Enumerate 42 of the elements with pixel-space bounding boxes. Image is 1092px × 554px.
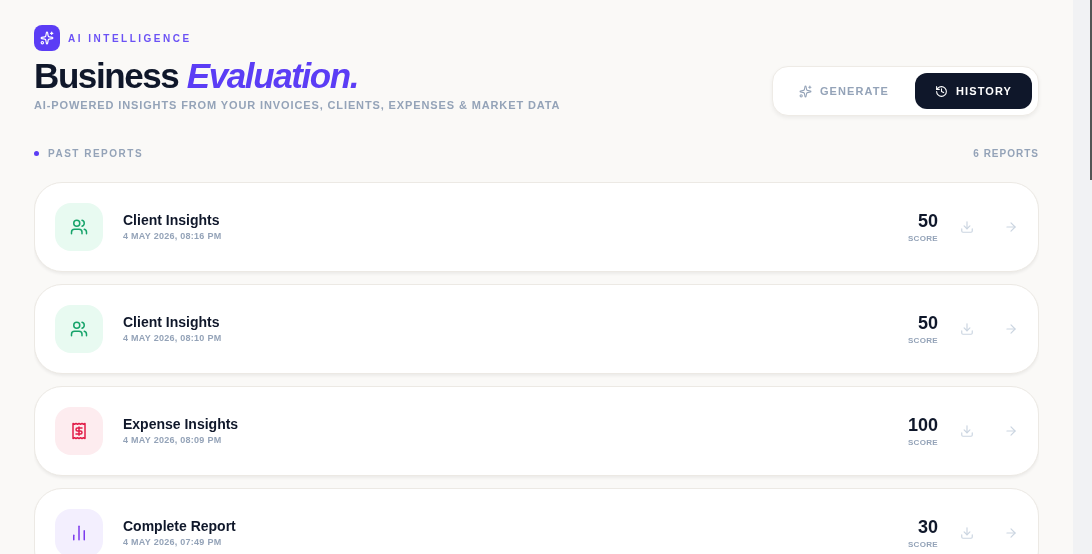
report-title: Expense Insights bbox=[123, 415, 239, 435]
sparkle-icon bbox=[798, 84, 812, 98]
report-date: 4 MAY 2026, 08:09 PM bbox=[123, 434, 223, 448]
open-arrow-button[interactable] bbox=[1004, 322, 1018, 336]
people-icon bbox=[70, 218, 88, 236]
report-date: 4 MAY 2026, 08:10 PM bbox=[123, 332, 222, 346]
report-card[interactable]: Client Insights 4 MAY 2026, 08:16 PM 50 SCORE bbox=[34, 182, 1039, 272]
report-count: 6 REPORTS bbox=[973, 147, 1039, 161]
page-title: Business Evaluation. bbox=[34, 55, 360, 97]
download-button[interactable] bbox=[960, 424, 974, 438]
history-icon bbox=[935, 84, 948, 98]
open-arrow-button[interactable] bbox=[1004, 526, 1018, 540]
open-arrow-button[interactable] bbox=[1004, 220, 1018, 234]
score-value: 50 bbox=[917, 210, 938, 233]
score-value: 30 bbox=[917, 516, 938, 539]
page-subtitle: AI-POWERED INSIGHTS FROM YOUR INVOICES, CLIENTS, EXPENSES & MARKET DATA bbox=[34, 98, 561, 113]
history-button[interactable]: HISTORY bbox=[915, 73, 1032, 109]
report-title: Complete Report bbox=[123, 517, 236, 537]
report-date: 4 MAY 2026, 07:49 PM bbox=[123, 536, 223, 550]
report-title: Client Insights bbox=[123, 211, 221, 231]
open-arrow-button[interactable] bbox=[1004, 424, 1018, 438]
score-label: SCORE bbox=[907, 233, 938, 245]
section-label: PAST REPORTS bbox=[48, 147, 144, 161]
download-button[interactable] bbox=[960, 322, 974, 336]
download-button[interactable] bbox=[960, 220, 974, 234]
score-label: SCORE bbox=[907, 539, 938, 551]
report-date: 4 MAY 2026, 08:16 PM bbox=[123, 230, 222, 244]
score-label: SCORE bbox=[907, 335, 938, 347]
score-value: 100 bbox=[907, 414, 938, 437]
score-label: SCORE bbox=[907, 437, 938, 449]
people-icon bbox=[70, 320, 88, 338]
bar-chart-icon bbox=[70, 524, 88, 542]
report-card[interactable]: Expense Insights 4 MAY 2026, 08:09 PM 100 SCORE bbox=[34, 386, 1039, 476]
dollar-receipt-icon bbox=[70, 422, 88, 440]
eyebrow-label: AI INTELLIGENCE bbox=[68, 31, 192, 46]
report-title: Client Insights bbox=[123, 313, 221, 333]
score-value: 50 bbox=[917, 312, 938, 335]
sparkle-badge-icon bbox=[34, 25, 60, 51]
download-button[interactable] bbox=[960, 526, 974, 540]
report-card[interactable]: Client Insights 4 MAY 2026, 08:10 PM 50 SCORE bbox=[34, 284, 1039, 374]
report-card[interactable]: Complete Report 4 MAY 2026, 07:49 PM 30 SCORE bbox=[34, 488, 1039, 554]
scrollbar-thumb[interactable] bbox=[1090, 0, 1092, 180]
